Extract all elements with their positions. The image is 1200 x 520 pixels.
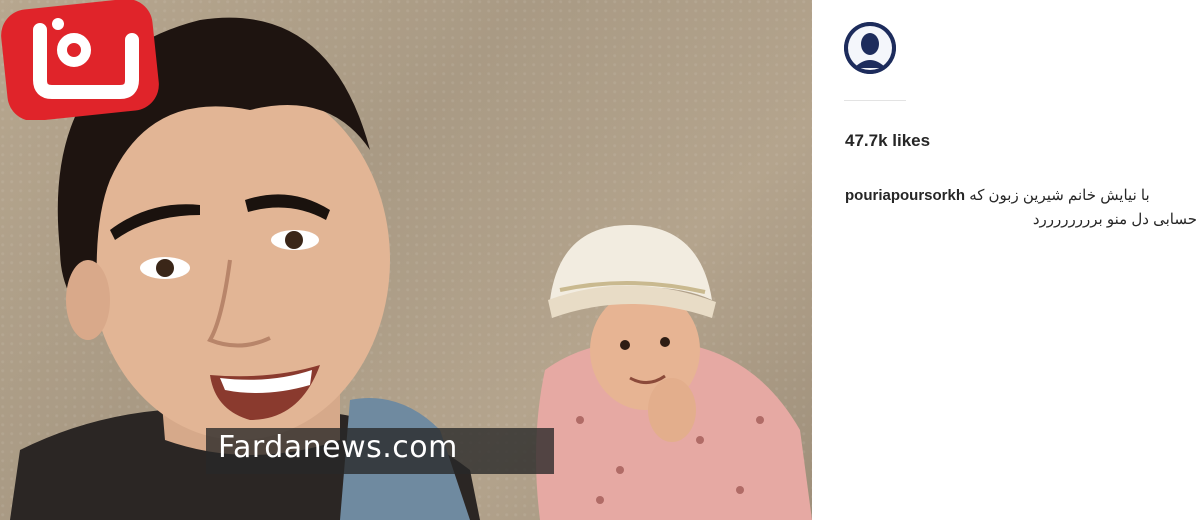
avatar-image xyxy=(844,22,896,74)
fardanews-logo xyxy=(1,0,159,120)
divider xyxy=(844,100,906,101)
likes-count[interactable]: 47.7k likes xyxy=(845,131,930,151)
caption-username[interactable]: pouriapoursorkh xyxy=(845,187,965,204)
post-photo[interactable]: Fardanews.com xyxy=(0,0,812,520)
caption-line-1: با نیایش خانم شیرین زبون که xyxy=(969,187,1150,204)
post-sidebar: 47.7k likes pouriapoursorkh با نیایش خان… xyxy=(812,0,1200,520)
avatar[interactable] xyxy=(844,22,896,74)
watermark-url: Fardanews.com xyxy=(218,430,458,465)
caption-line-2: حسابی دل منو بررررررررد xyxy=(1032,211,1197,228)
post-caption: pouriapoursorkh با نیایش خانم شیرین زبون… xyxy=(845,184,1197,232)
